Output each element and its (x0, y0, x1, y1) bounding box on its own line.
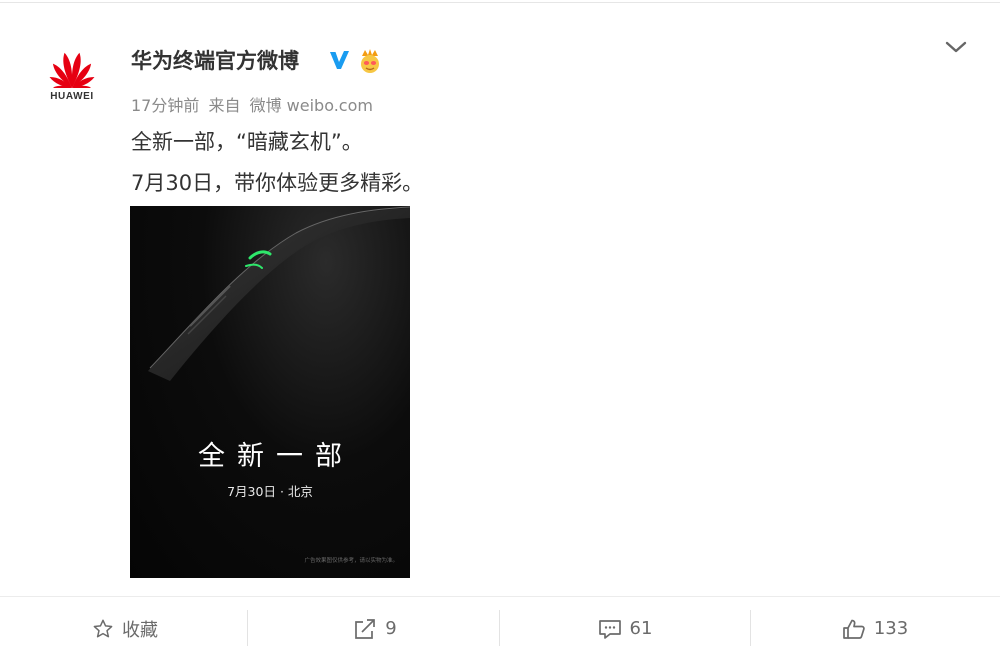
post-image[interactable]: 全新一部 7月30日 · 北京 广告效果图仅供参考，请以实物为准。 (130, 206, 410, 578)
favorite-button[interactable]: 收藏 (0, 597, 250, 660)
chevron-down-icon[interactable] (943, 36, 969, 58)
comment-icon (598, 619, 621, 639)
top-divider (0, 2, 1000, 3)
thumbs-up-icon (842, 619, 865, 639)
comment-button[interactable]: 61 (500, 597, 750, 660)
vip-emoji-icon (361, 49, 379, 73)
post-time[interactable]: 17分钟前 (131, 96, 199, 115)
huawei-logo-icon (49, 52, 95, 88)
repost-button[interactable]: 9 (250, 597, 500, 660)
post-text-line-2: 7月30日，带你体验更多精彩。 (131, 171, 424, 195)
poster-date: 7月30日 · 北京 (227, 484, 313, 499)
repost-icon (355, 618, 376, 639)
post-text-line-1: 全新一部，“暗藏玄机”。 (131, 130, 363, 154)
smart-band-graphic (148, 206, 410, 381)
action-separator (247, 610, 248, 646)
author-name[interactable]: 华为终端官方微博 (131, 45, 299, 75)
star-icon (93, 619, 113, 637)
post-source[interactable]: 微博 weibo.com (250, 96, 373, 115)
avatar-logo-text: HUAWEI (50, 91, 94, 102)
avatar[interactable]: HUAWEI (40, 50, 104, 106)
repost-count: 9 (385, 618, 397, 639)
post-meta: 17分钟前 来自 微博 weibo.com (131, 92, 377, 116)
poster-headline: 全新一部 (198, 441, 354, 472)
favorite-label: 收藏 (122, 619, 158, 641)
action-bar: 收藏 9 61 133 (0, 597, 1000, 660)
like-button[interactable]: 133 (750, 597, 1000, 660)
like-count: 133 (873, 618, 909, 639)
comment-count: 61 (629, 618, 653, 639)
post-source-prefix: 来自 (208, 96, 241, 115)
poster-fine-print: 广告效果图仅供参考，请以实物为准。 (304, 558, 398, 564)
verified-v-icon (330, 51, 349, 69)
